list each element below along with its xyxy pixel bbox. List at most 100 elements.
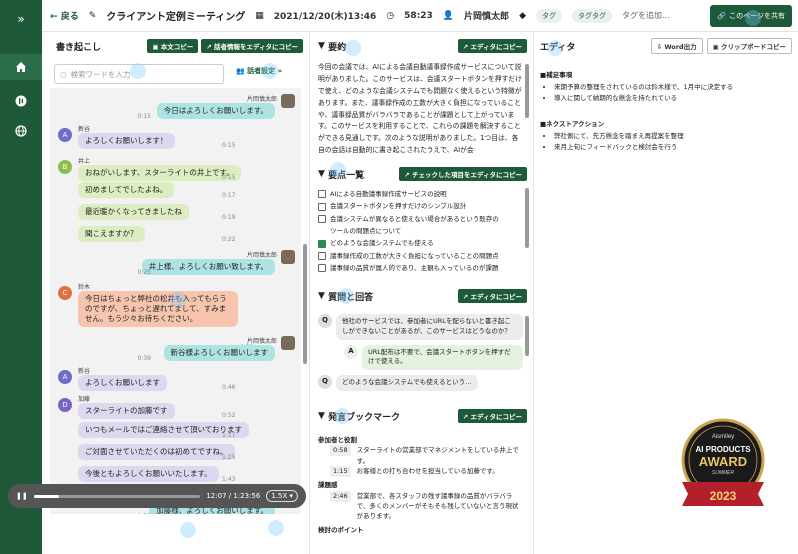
collapse-keypoints-icon[interactable]: ▼: [318, 169, 325, 179]
collapse-icon[interactable]: »: [0, 6, 42, 32]
speed-value: 1.5X: [271, 492, 288, 500]
keypoint-item[interactable]: 議事録の品質が属人的であり、主観も入っているのが課題: [318, 262, 523, 274]
copy-speaker-label: 話者情報をエディタにコピー: [213, 43, 298, 51]
chat-message: 井上様、よろしくお願い致します。: [141, 259, 275, 276]
bookmark-row[interactable]: 0:58 スターライトの営業部でマネジメントをしている井上です。: [330, 445, 523, 466]
keypoint-checkbox[interactable]: [318, 190, 326, 199]
transcript-scrollbar[interactable]: [303, 244, 307, 364]
qa-text: URL配布は不要で、会議スタートボタンを押すだけで使える。: [362, 344, 523, 370]
qa-copy-button[interactable]: ↗ エディタにコピー: [457, 289, 527, 303]
message-time: 0:46: [222, 384, 236, 391]
speaker-avatar: B: [58, 160, 72, 174]
message-text: 最近暖かくなってきましたね: [78, 204, 189, 221]
highlight-dot: [334, 408, 350, 424]
highlight-dot: [262, 63, 278, 79]
home-icon[interactable]: [0, 54, 42, 80]
keypoint-text: 議事録作成の工数が大きく負担になっていることの問題点: [330, 251, 499, 260]
pause-icon[interactable]: ❚❚: [16, 492, 28, 500]
keypoint-item[interactable]: 会議スタートボタンを押すだけのシンプル設計: [318, 200, 523, 212]
meeting-duration: 58:23: [404, 10, 433, 21]
message-text: 今日はちょっと弊社の松井も入ってもらうのですが、ちょっと遅れてまして、すみません…: [78, 291, 238, 328]
keypoint-item[interactable]: 会議システムが異なると使えない場合があるという既存の: [318, 213, 523, 225]
meeting-datetime: 2021/12/20(木)13:46: [273, 12, 377, 22]
tag-chip[interactable]: タグ: [535, 8, 562, 23]
back-label: 戻る: [60, 12, 79, 22]
keypoint-item[interactable]: AIによる自動議事録作成サービスの説明: [318, 188, 523, 200]
keypoint-checkbox[interactable]: [318, 264, 326, 273]
tag-chip[interactable]: タグタグ: [571, 8, 612, 23]
collapse-qa-icon[interactable]: ▼: [318, 291, 325, 301]
audio-icon[interactable]: [0, 88, 42, 114]
word-export-button[interactable]: ⇩ Word出力: [650, 38, 703, 54]
award-brand: Aismiley: [712, 434, 734, 440]
summary-copy-button[interactable]: ↗ エディタにコピー: [457, 39, 527, 53]
bookmark-time[interactable]: 0:58: [330, 445, 351, 457]
globe-icon[interactable]: [0, 118, 42, 144]
add-tag-input[interactable]: タグを追加...: [622, 10, 670, 21]
user-icon: 👤: [442, 10, 455, 21]
edit-icon[interactable]: ✎: [89, 11, 97, 21]
keypoint-checkbox[interactable]: [318, 239, 326, 248]
calendar-icon: ▦: [255, 10, 264, 21]
bookmark-text: 営業部で、各スタッフの残す議事録の品質がバラバラで、多くのメンバーがそもそも残し…: [356, 491, 519, 521]
bookmark-row[interactable]: 1:15 お客様との打ち合わせを担当している加藤です。: [330, 466, 523, 478]
message-time: 0:15: [137, 113, 151, 120]
message-time: 0:15: [222, 174, 236, 181]
keypoints-copy-button[interactable]: ↗ チェックした項目をエディタにコピー: [399, 167, 527, 181]
qa-type-icon: A: [344, 344, 358, 359]
copy-speaker-button[interactable]: ↗ 話者情報をエディタにコピー: [201, 39, 303, 53]
collapse-bookmarks-icon[interactable]: ▼: [318, 411, 325, 421]
award-line1: AI PRODUCTS: [695, 445, 751, 454]
bookmark-time[interactable]: 1:15: [330, 466, 351, 478]
top-bar: ← 戻る ✎ クライアント定例ミーティング ▦ 2021/12/20(木)13:…: [42, 0, 798, 32]
link-icon: 🔗: [717, 12, 727, 20]
speaker-avatar: C: [58, 286, 72, 300]
keypoint-text: 会議スタートボタンを押すだけのシンプル設計: [330, 202, 467, 211]
audio-player[interactable]: ❚❚ 12:07 / 1:23:56 1.5X ▾: [8, 484, 306, 508]
editor-bullet: 来月上旬にフィードバックと検討会を行う: [554, 142, 788, 154]
keypoint-item[interactable]: 議事録作成の工数が大きく負担になっていることの問題点: [318, 250, 523, 262]
message-time: 0:22: [222, 236, 236, 243]
message-text: ご対面させていただくのは初めてですね。: [78, 444, 235, 461]
speaker-name: 井上: [78, 158, 91, 165]
bookmarks-copy-button[interactable]: ↗ エディタにコピー: [457, 409, 527, 423]
search-icon: ○: [60, 69, 67, 79]
speaker-avatar: [281, 336, 295, 350]
bookmark-heading: 検討のポイント: [318, 525, 364, 534]
qa-text: 他社のサービスでは、参加者にURLを配らないと書き起こしができないことがあるが、…: [336, 314, 523, 340]
bookmarks-copy-label: エディタにコピー: [470, 413, 522, 421]
highlight-dot: [330, 162, 346, 178]
qa-scrollbar[interactable]: [525, 316, 529, 356]
player-time: 12:07 / 1:23:56: [206, 492, 261, 500]
summary-scrollbar[interactable]: [525, 64, 529, 118]
keypoint-checkbox[interactable]: [318, 251, 326, 260]
left-rail: »: [0, 0, 42, 554]
keypoints-scrollbar[interactable]: [525, 188, 529, 248]
keypoint-checkbox[interactable]: [318, 214, 326, 223]
keypoint-item[interactable]: ツールの問題点について: [318, 225, 523, 237]
editor-bullet: 弊社側にて、先方懸念を踏まえ再提案を整理: [554, 131, 788, 143]
chat-message: よろしくお願いします！: [78, 133, 175, 150]
keypoint-item[interactable]: どのような会議システムでも使える: [318, 237, 523, 249]
collapse-summary-icon[interactable]: ▼: [318, 41, 325, 51]
chat-message: よろしくお願いします: [78, 375, 167, 392]
highlight-dot: [130, 63, 146, 79]
speed-select[interactable]: 1.5X ▾: [266, 490, 298, 502]
editor-content[interactable]: ■補足事項来期予算の整理をされているのは鈴木様で、1月中に決定する導入に関して納…: [540, 70, 788, 154]
message-text: スターライトの加藤です: [78, 403, 175, 420]
speaker-name: 片岡慎太郎: [246, 252, 277, 259]
award-line2: AWARD: [699, 454, 747, 469]
speaker-name: 片岡慎太郎: [246, 96, 277, 103]
chat-message: 最近暖かくなってきましたね: [78, 204, 189, 221]
bookmark-row[interactable]: 2:46 営業部で、各スタッフの残す議事録の品質がバラバラで、多くのメンバーがそも…: [330, 490, 523, 522]
seek-bar[interactable]: [33, 494, 201, 498]
avatar-initial: B: [62, 163, 68, 171]
clipboard-copy-button[interactable]: ▣ クリップボードコピー: [706, 38, 792, 54]
bookmark-time[interactable]: 2:46: [330, 490, 351, 502]
keypoint-checkbox[interactable]: [318, 202, 326, 211]
copy-body-button[interactable]: ▣ 本文コピー: [147, 39, 199, 53]
avatar-initial: A: [62, 373, 68, 381]
back-button[interactable]: ← 戻る: [50, 9, 79, 22]
highlight-dot: [180, 522, 196, 538]
meeting-title[interactable]: クライアント定例ミーティング: [106, 8, 245, 23]
